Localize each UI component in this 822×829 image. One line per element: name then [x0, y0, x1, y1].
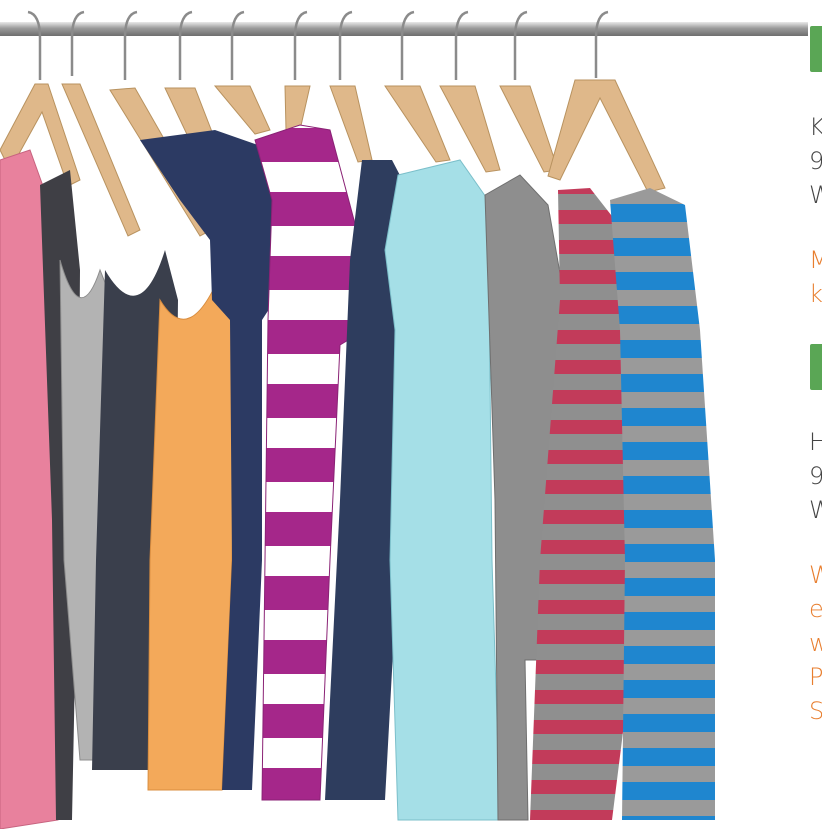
blue-striped-long-sleeve	[610, 188, 715, 820]
clothes-rack-photo	[0, 0, 808, 829]
sidebar-link[interactable]: W	[809, 558, 822, 592]
sidebar-text: W	[809, 181, 822, 209]
section-badge	[810, 26, 822, 72]
sidebar-text: K	[809, 113, 822, 141]
sidebar-link[interactable]: M	[809, 243, 822, 277]
sidebar-link[interactable]: S	[809, 694, 822, 728]
info-sidebar: K 9 W M k H 9 W W e w P S	[808, 0, 822, 829]
sidebar-link[interactable]: e	[809, 592, 822, 626]
sidebar-text: H	[809, 428, 822, 456]
light-blue-shirt	[384, 159, 501, 821]
sidebar-link[interactable]: w	[809, 626, 822, 660]
section-badge	[810, 344, 822, 390]
sidebar-link[interactable]: k	[809, 277, 822, 311]
orange-tank-top	[147, 268, 239, 791]
sidebar-text: 9	[809, 147, 822, 175]
sidebar-text: 9	[809, 462, 822, 490]
sidebar-text: W	[809, 496, 822, 524]
sidebar-link[interactable]: P	[809, 660, 822, 694]
